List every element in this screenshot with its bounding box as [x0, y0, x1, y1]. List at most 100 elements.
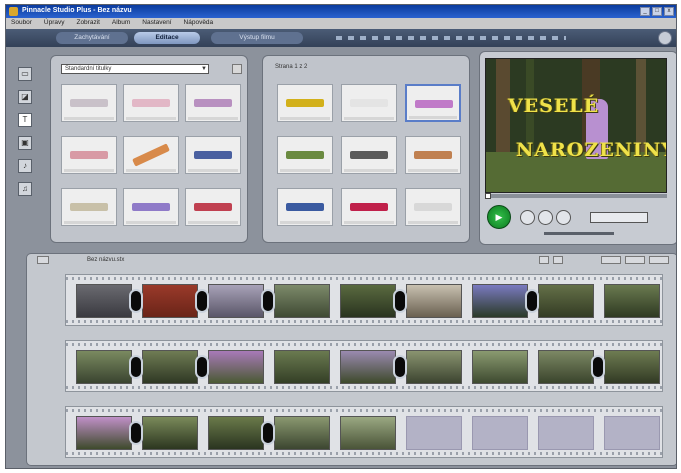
video-clip[interactable]: [208, 284, 264, 318]
step-forward-button[interactable]: [556, 210, 571, 225]
title-thumbnail[interactable]: [123, 188, 179, 226]
photo-icon[interactable]: ▣: [18, 136, 32, 150]
title-thumbnail[interactable]: [405, 188, 461, 226]
project-name: Bez názvu.stx: [87, 257, 125, 263]
video-clip[interactable]: [472, 284, 528, 318]
scissors-icon[interactable]: [553, 256, 563, 264]
volume-slider[interactable]: [544, 232, 614, 235]
rewind-button[interactable]: [520, 210, 535, 225]
minimize-button[interactable]: _: [640, 7, 650, 16]
help-bubble-icon[interactable]: [658, 31, 672, 45]
video-clip[interactable]: [340, 284, 396, 318]
chevron-down-icon[interactable]: ▼: [201, 65, 207, 73]
title-thumbnail[interactable]: [405, 136, 461, 174]
maximize-button[interactable]: □: [652, 7, 662, 16]
music-icon[interactable]: ♫: [18, 182, 32, 196]
album-page-left: Standardní titulky ▼: [50, 55, 248, 243]
timeline-view-button[interactable]: [625, 256, 645, 264]
empty-clip-slot[interactable]: [538, 416, 594, 450]
title-thumbnail[interactable]: [341, 84, 397, 122]
sound-icon[interactable]: ♪: [18, 159, 32, 173]
menu-album[interactable]: Album: [107, 18, 135, 27]
video-clip[interactable]: [274, 350, 330, 384]
transition-icon[interactable]: [261, 289, 275, 313]
video-clip[interactable]: [274, 416, 330, 450]
transition-icon[interactable]: [129, 355, 143, 379]
title-icon[interactable]: T: [18, 113, 32, 127]
video-clip[interactable]: [142, 350, 198, 384]
video-clip[interactable]: [142, 284, 198, 318]
trash-icon[interactable]: [539, 256, 549, 264]
mode-bar: Zachytávání Editace Výstup filmu: [6, 29, 676, 47]
video-clip[interactable]: [208, 350, 264, 384]
play-button[interactable]: ▶: [487, 205, 511, 229]
title-thumbnail[interactable]: [185, 188, 241, 226]
preview-title-line2: NAROZENINY: [516, 139, 667, 161]
transition-icon[interactable]: [195, 355, 209, 379]
menu-edit[interactable]: Úpravy: [39, 18, 70, 27]
title-thumbnail[interactable]: [185, 136, 241, 174]
transition-icon[interactable]: [129, 421, 143, 445]
video-clip[interactable]: [76, 350, 132, 384]
empty-clip-slot[interactable]: [406, 416, 462, 450]
transition-icon[interactable]: [525, 289, 539, 313]
storyboard-view-icon[interactable]: [37, 256, 49, 264]
storyboard-row: [65, 340, 663, 392]
timecode-display[interactable]: [590, 212, 648, 223]
title-thumbnail[interactable]: [277, 188, 333, 226]
transition-icon[interactable]: [261, 421, 275, 445]
video-clip[interactable]: [604, 284, 660, 318]
tab-make-movie[interactable]: Výstup filmu: [211, 32, 303, 44]
title-thumbnail[interactable]: [61, 188, 117, 226]
transition-icon[interactable]: [195, 289, 209, 313]
menu-file[interactable]: Soubor: [6, 18, 37, 27]
transition-icon[interactable]: ◪: [18, 90, 32, 104]
empty-clip-slot[interactable]: [604, 416, 660, 450]
title-bar: Pinnacle Studio Plus - Bez názvu _ □ x: [6, 5, 676, 18]
tab-capture[interactable]: Zachytávání: [56, 32, 128, 44]
video-clip[interactable]: [406, 350, 462, 384]
video-clip[interactable]: [340, 350, 396, 384]
title-thumbnail[interactable]: [277, 136, 333, 174]
title-thumbnail[interactable]: [341, 136, 397, 174]
video-clip[interactable]: [76, 284, 132, 318]
menu-view[interactable]: Zobrazit: [71, 18, 104, 27]
title-thumbnail[interactable]: [341, 188, 397, 226]
video-clip[interactable]: [406, 284, 462, 318]
title-thumbnail[interactable]: [185, 84, 241, 122]
transition-icon[interactable]: [393, 355, 407, 379]
video-clip[interactable]: [142, 416, 198, 450]
title-thumbnail[interactable]: [61, 84, 117, 122]
title-thumbnail[interactable]: [123, 136, 179, 174]
video-clip[interactable]: [538, 350, 594, 384]
title-thumbnail[interactable]: [277, 84, 333, 122]
transition-icon[interactable]: [591, 355, 605, 379]
tab-edit[interactable]: Editace: [134, 32, 200, 44]
panel-toggle-button[interactable]: [232, 64, 242, 74]
storyboard-view-button[interactable]: [601, 256, 621, 264]
video-clip[interactable]: [274, 284, 330, 318]
transition-icon[interactable]: [129, 289, 143, 313]
video-clip[interactable]: [538, 284, 594, 318]
empty-clip-slot[interactable]: [472, 416, 528, 450]
title-thumbnail[interactable]: [61, 136, 117, 174]
text-view-button[interactable]: [649, 256, 669, 264]
title-thumbnail[interactable]: [123, 84, 179, 122]
title-thumbnail-selected[interactable]: [405, 84, 461, 122]
menu-help[interactable]: Nápověda: [179, 18, 219, 27]
video-clip[interactable]: [76, 416, 132, 450]
transition-icon[interactable]: [393, 289, 407, 313]
preview-scrubber[interactable]: [485, 193, 667, 199]
video-icon[interactable]: ▭: [18, 67, 32, 81]
scrubber-handle[interactable]: [485, 193, 491, 199]
preview-player: VESELÉ NAROZENINY ▶: [479, 51, 676, 245]
video-clip[interactable]: [208, 416, 264, 450]
mode-progress-dots: [336, 36, 566, 40]
step-back-button[interactable]: [538, 210, 553, 225]
menu-settings[interactable]: Nastavení: [137, 18, 176, 27]
title-category-dropdown[interactable]: Standardní titulky ▼: [61, 64, 209, 74]
close-button[interactable]: x: [664, 7, 674, 16]
video-clip[interactable]: [340, 416, 396, 450]
video-clip[interactable]: [604, 350, 660, 384]
video-clip[interactable]: [472, 350, 528, 384]
